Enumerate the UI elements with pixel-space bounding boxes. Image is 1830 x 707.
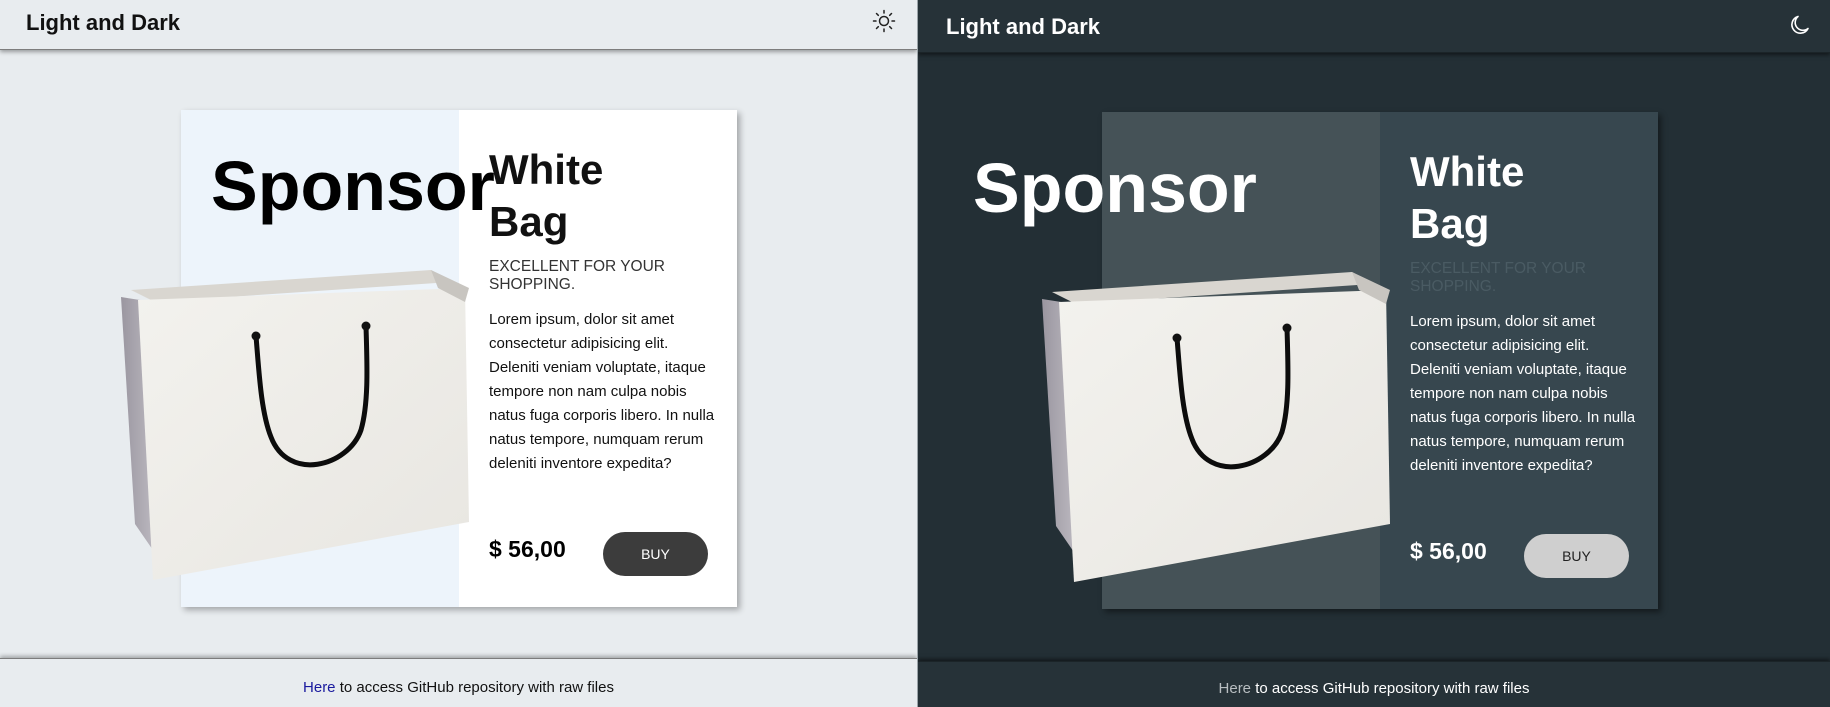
sponsor-heading: Sponsor	[973, 149, 1257, 227]
card-info-panel: White Bag Excellent for your shopping. L…	[459, 110, 737, 607]
header: Light and Dark	[918, 0, 1830, 53]
github-link[interactable]: Here	[1219, 680, 1252, 697]
shopping-bag-image	[1042, 272, 1390, 582]
footer-text: to access GitHub repository with raw fil…	[335, 679, 614, 696]
buy-button[interactable]: BUY	[1524, 534, 1629, 578]
footer: Here to access GitHub repository with ra…	[0, 658, 917, 707]
footer: Here to access GitHub repository with ra…	[918, 661, 1830, 707]
product-description: Lorem ipsum, dolor sit amet consectetur …	[489, 311, 715, 472]
product-tagline: Excellent for your shopping.	[1410, 260, 1587, 295]
shopping-bag-image	[121, 270, 469, 580]
card-info-panel: White Bag Excellent for your shopping. L…	[1380, 112, 1658, 609]
moon-icon[interactable]	[1788, 13, 1812, 37]
sun-icon[interactable]	[872, 9, 896, 33]
product-description: Lorem ipsum, dolor sit amet consectetur …	[1410, 313, 1636, 474]
app-title: Light and Dark	[26, 10, 181, 35]
header: Light and Dark	[0, 0, 917, 50]
footer-text: to access GitHub repository with raw fil…	[1251, 680, 1530, 697]
light-theme-pane: Light and Dark White Bag Excellent for y…	[0, 0, 917, 707]
buy-button[interactable]: BUY	[603, 532, 708, 576]
product-tagline: Excellent for your shopping.	[489, 258, 666, 293]
product-name: White Bag	[1410, 148, 1525, 247]
dark-theme-pane: Light and Dark White Bag Excellent for y…	[918, 0, 1830, 707]
product-price: $ 56,00	[1410, 538, 1487, 564]
sponsor-heading: Sponsor	[211, 147, 495, 225]
github-link[interactable]: Here	[303, 679, 336, 696]
product-price: $ 56,00	[489, 536, 566, 562]
product-name: White Bag	[489, 146, 604, 245]
app-title: Light and Dark	[946, 14, 1101, 39]
